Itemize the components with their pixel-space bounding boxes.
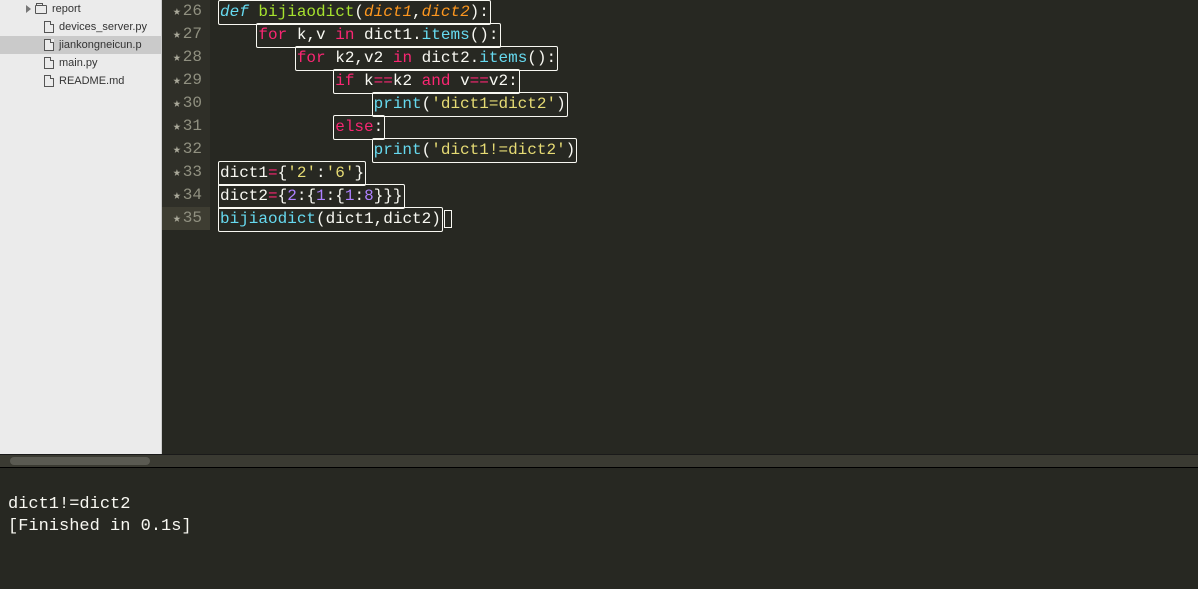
code-content: print('dict1!=dict2'): [210, 138, 577, 163]
code-content: print('dict1=dict2'): [210, 92, 568, 117]
modified-star-icon: ★: [173, 96, 181, 111]
file-icon: [44, 57, 54, 69]
file-label: README.md: [59, 75, 124, 87]
file-tree-sidebar[interactable]: report devices_server.py jiankongneicun.p…: [0, 0, 162, 454]
line-number-gutter: ★34: [162, 184, 210, 207]
modified-star-icon: ★: [173, 188, 181, 203]
folder-label: report: [52, 3, 81, 15]
code-editor[interactable]: ★26def bijiaodict(dict1,dict2):★27 for k…: [162, 0, 1198, 454]
code-line[interactable]: ★28 for k2,v2 in dict2.items():: [162, 46, 1198, 69]
line-number-gutter: ★29: [162, 69, 210, 92]
code-line[interactable]: ★33dict1={'2':'6'}: [162, 161, 1198, 184]
code-line[interactable]: ★26def bijiaodict(dict1,dict2):: [162, 0, 1198, 23]
modified-star-icon: ★: [173, 73, 181, 88]
line-number-gutter: ★35: [162, 207, 210, 230]
modified-star-icon: ★: [173, 165, 181, 180]
line-number-gutter: ★31: [162, 115, 210, 138]
console-status-line: [Finished in 0.1s]: [8, 517, 192, 536]
line-number-gutter: ★28: [162, 46, 210, 69]
code-content: dict1={'2':'6'}: [210, 161, 366, 186]
line-number-gutter: ★32: [162, 138, 210, 161]
file-item[interactable]: jiankongneicun.p: [0, 36, 161, 54]
file-label: devices_server.py: [59, 21, 147, 33]
modified-star-icon: ★: [173, 119, 181, 134]
code-content: dict2={2:{1:{1:8}}}: [210, 184, 405, 209]
line-number-gutter: ★27: [162, 23, 210, 46]
file-item[interactable]: devices_server.py: [0, 18, 161, 36]
text-cursor: [444, 210, 452, 228]
console-output-line: dict1!=dict2: [8, 495, 130, 514]
code-content: else:: [210, 115, 385, 140]
modified-star-icon: ★: [173, 142, 181, 157]
line-number-gutter: ★33: [162, 161, 210, 184]
folder-item[interactable]: report: [0, 0, 161, 18]
file-icon: [44, 75, 54, 87]
file-label: main.py: [59, 57, 98, 69]
file-label: jiankongneicun.p: [59, 39, 142, 51]
code-content: if k==k2 and v==v2:: [210, 69, 520, 94]
code-content: for k,v in dict1.items():: [210, 23, 501, 48]
code-line[interactable]: ★29 if k==k2 and v==v2:: [162, 69, 1198, 92]
modified-star-icon: ★: [173, 211, 181, 226]
code-line[interactable]: ★31 else:: [162, 115, 1198, 138]
output-console[interactable]: dict1!=dict2 [Finished in 0.1s]: [0, 467, 1198, 589]
code-line[interactable]: ★30 print('dict1=dict2'): [162, 92, 1198, 115]
code-line[interactable]: ★32 print('dict1!=dict2'): [162, 138, 1198, 161]
file-icon: [44, 39, 54, 51]
file-item[interactable]: README.md: [0, 72, 161, 90]
modified-star-icon: ★: [173, 27, 181, 42]
code-content: bijiaodict(dict1,dict2): [210, 207, 452, 232]
folder-icon: [35, 5, 47, 14]
code-line[interactable]: ★34dict2={2:{1:{1:8}}}: [162, 184, 1198, 207]
chevron-right-icon: [26, 5, 31, 13]
code-content: for k2,v2 in dict2.items():: [210, 46, 558, 71]
code-line[interactable]: ★35bijiaodict(dict1,dict2): [162, 207, 1198, 230]
modified-star-icon: ★: [173, 50, 181, 65]
code-content: def bijiaodict(dict1,dict2):: [210, 0, 491, 25]
file-icon: [44, 21, 54, 33]
horizontal-scrollbar[interactable]: [0, 455, 1198, 467]
code-line[interactable]: ★27 for k,v in dict1.items():: [162, 23, 1198, 46]
scrollbar-thumb[interactable]: [10, 457, 150, 465]
line-number-gutter: ★30: [162, 92, 210, 115]
file-item[interactable]: main.py: [0, 54, 161, 72]
modified-star-icon: ★: [173, 4, 181, 19]
line-number-gutter: ★26: [162, 0, 210, 23]
